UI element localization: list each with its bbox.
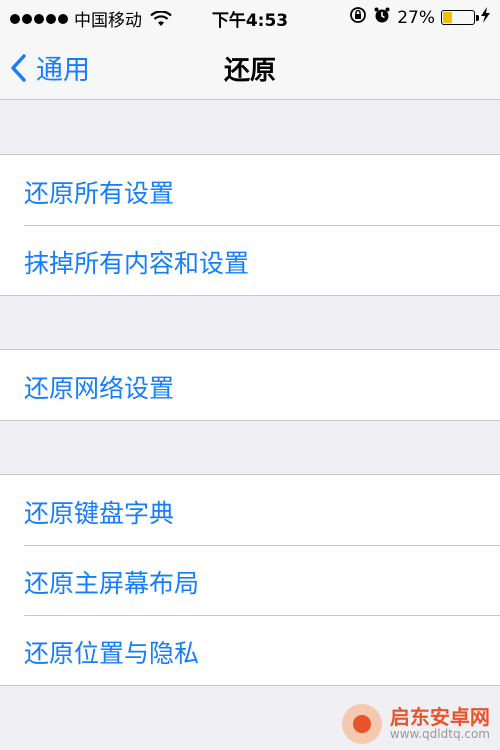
reset-keyboard-dictionary-label: 还原键盘字典 [24, 499, 175, 528]
erase-all-content-row[interactable]: 抹掉所有内容和设置 [0, 225, 500, 295]
reset-group-2: 还原网络设置 [0, 349, 500, 421]
watermark-name: 启东安卓网 [389, 705, 490, 730]
alarm-icon [373, 6, 391, 29]
charging-bolt-icon [481, 7, 490, 28]
reset-home-screen-layout-label: 还原主屏幕布局 [24, 569, 200, 598]
reset-network-settings-row[interactable]: 还原网络设置 [0, 350, 500, 420]
watermark-url: www.qdldtq.com [389, 727, 490, 742]
page-title: 还原 [223, 56, 276, 86]
reset-keyboard-dictionary-row[interactable]: 还原键盘字典 [0, 475, 500, 545]
watermark-logo-icon [341, 704, 382, 744]
battery-icon [441, 10, 479, 25]
reset-home-screen-layout-row[interactable]: 还原主屏幕布局 [0, 545, 500, 615]
reset-group-3: 还原键盘字典 还原主屏幕布局 还原位置与隐私 [0, 474, 500, 686]
navigation-bar: 通用 还原 [0, 32, 500, 100]
status-bar: 中国移动 下午4:53 27% [0, 0, 500, 32]
reset-location-privacy-label: 还原位置与隐私 [24, 639, 200, 668]
rotation-lock-icon [349, 6, 367, 29]
reset-group-1: 还原所有设置 抹掉所有内容和设置 [0, 154, 500, 296]
battery-level-fill [443, 12, 452, 23]
battery-percent: 27% [397, 7, 435, 28]
status-right: 27% [349, 6, 490, 29]
watermark: 启东安卓网 www.qdldtq.com [341, 704, 490, 744]
reset-location-privacy-row[interactable]: 还原位置与隐私 [0, 615, 500, 685]
reset-network-settings-label: 还原网络设置 [24, 374, 175, 403]
reset-all-settings-row[interactable]: 还原所有设置 [0, 155, 500, 225]
erase-all-content-label: 抹掉所有内容和设置 [24, 249, 250, 278]
reset-all-settings-label: 还原所有设置 [24, 179, 175, 208]
